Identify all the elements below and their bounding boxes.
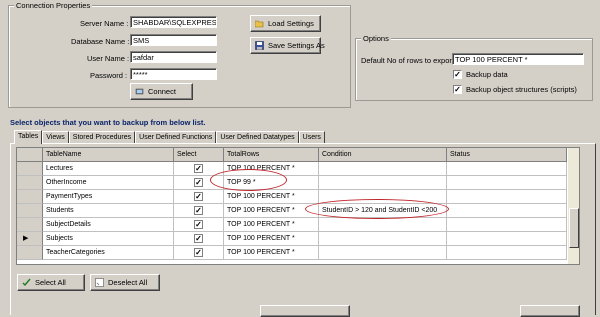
row-header[interactable] (17, 246, 43, 260)
row-header[interactable] (17, 204, 43, 218)
connect-plug-icon (135, 87, 144, 96)
database-name-label: Database Name : (71, 37, 130, 46)
cell-select[interactable]: ✓ (174, 204, 224, 218)
select-all-label: Select All (35, 278, 66, 287)
column-header-select[interactable]: Select (174, 148, 224, 162)
check-icon (22, 278, 31, 287)
table-row[interactable]: ▶ Subjects ✓ TOP 100 PERCENT * (17, 232, 579, 246)
default-rows-label: Default No of rows to export : (361, 56, 459, 65)
close-button-partial[interactable] (520, 305, 580, 317)
cell-tablename[interactable]: SubjectDetails (43, 218, 174, 232)
cell-select[interactable]: ✓ (174, 246, 224, 260)
select-all-button[interactable]: Select All (17, 274, 85, 291)
column-header-condition[interactable]: Condition (319, 148, 447, 162)
floppy-disk-icon (255, 41, 264, 50)
cell-status[interactable] (447, 246, 567, 260)
table-row[interactable]: PaymentTypes ✓ TOP 100 PERCENT * (17, 190, 579, 204)
cell-status[interactable] (447, 204, 567, 218)
cell-select[interactable]: ✓ (174, 190, 224, 204)
row-header[interactable] (17, 218, 43, 232)
table-row[interactable]: OtherIncome ✓ TOP 99 * (17, 176, 579, 190)
backup-data-checkbox[interactable]: ✓ (453, 70, 462, 79)
cell-tablename[interactable]: OtherIncome (43, 176, 174, 190)
vertical-scrollbar[interactable] (568, 148, 579, 264)
tab-tables[interactable]: Tables (14, 130, 43, 144)
cell-tablename[interactable]: TeacherCategories (43, 246, 174, 260)
cell-condition[interactable] (319, 232, 447, 246)
cell-status[interactable] (447, 176, 567, 190)
cell-status[interactable] (447, 190, 567, 204)
row-select-checkbox[interactable]: ✓ (194, 220, 203, 229)
load-settings-button[interactable]: Load Settings (250, 15, 321, 32)
annotation-ellipse-top-rows (210, 169, 287, 191)
cell-status[interactable] (447, 232, 567, 246)
options-title: Options (361, 34, 391, 43)
save-settings-as-label: Save Settings As (268, 41, 325, 50)
cell-status[interactable] (447, 218, 567, 232)
column-header-totalrows[interactable]: TotalRows (224, 148, 319, 162)
column-header-status[interactable]: Status (447, 148, 567, 162)
current-row-arrow-icon: ▶ (23, 235, 29, 242)
row-select-checkbox[interactable]: ✓ (194, 178, 203, 187)
grid-header-row: TableName Select TotalRows Condition Sta… (17, 148, 579, 162)
load-settings-label: Load Settings (268, 19, 314, 28)
database-name-field[interactable]: SMS (130, 34, 217, 46)
connect-button[interactable]: Connect (130, 83, 193, 100)
password-label: Password : (90, 71, 128, 80)
default-rows-field[interactable]: TOP 100 PERCENT * (452, 53, 584, 65)
column-header-tablename[interactable]: TableName (43, 148, 174, 162)
table-row[interactable]: Lectures ✓ TOP 100 PERCENT * (17, 162, 579, 176)
backup-data-label: Backup data (466, 70, 508, 79)
server-name-label: Server Name : (80, 19, 129, 28)
cell-condition[interactable] (319, 246, 447, 260)
cell-status[interactable] (447, 162, 567, 176)
row-select-checkbox[interactable]: ✓ (194, 192, 203, 201)
folder-open-icon (254, 19, 264, 28)
row-select-checkbox[interactable]: ✓ (194, 206, 203, 215)
row-header[interactable] (17, 176, 43, 190)
cell-select[interactable]: ✓ (174, 218, 224, 232)
cell-totalrows[interactable]: TOP 100 PERCENT * (224, 232, 319, 246)
connection-properties-title: Connection Properties (14, 1, 93, 10)
cell-condition[interactable] (319, 162, 447, 176)
backup-structures-label: Backup object structures (scripts) (466, 85, 577, 94)
scrollbar-thumb[interactable] (569, 208, 579, 248)
table-row[interactable]: SubjectDetails ✓ TOP 100 PERCENT * (17, 218, 579, 232)
row-header-corner (17, 148, 43, 162)
cell-condition[interactable] (319, 218, 447, 232)
deselect-all-button[interactable]: Deselect All (90, 274, 160, 291)
deselect-all-label: Deselect All (108, 278, 148, 287)
cell-totalrows[interactable]: TOP 100 PERCENT * (224, 204, 319, 218)
row-select-checkbox[interactable]: ✓ (194, 248, 203, 257)
user-name-field[interactable]: safdar (130, 51, 217, 63)
cell-tablename[interactable]: PaymentTypes (43, 190, 174, 204)
table-row[interactable]: TeacherCategories ✓ TOP 100 PERCENT * (17, 246, 579, 260)
connect-label: Connect (148, 87, 176, 96)
deselect-icon (95, 278, 104, 287)
cell-select[interactable]: ✓ (174, 232, 224, 246)
cell-tablename[interactable]: Students (43, 204, 174, 218)
save-settings-as-button[interactable]: Save Settings As (250, 37, 325, 54)
user-name-label: User Name : (87, 54, 130, 63)
cell-totalrows[interactable]: TOP 100 PERCENT * (224, 190, 319, 204)
row-select-checkbox[interactable]: ✓ (194, 164, 203, 173)
cell-totalrows[interactable]: TOP 100 PERCENT * (224, 218, 319, 232)
row-header[interactable]: ▶ (17, 232, 43, 246)
row-select-checkbox[interactable]: ✓ (194, 234, 203, 243)
row-header[interactable] (17, 190, 43, 204)
row-header[interactable] (17, 162, 43, 176)
backup-structures-checkbox[interactable]: ✓ (453, 85, 462, 94)
backup-button-partial[interactable] (260, 305, 350, 317)
password-field[interactable]: ***** (130, 68, 217, 80)
server-name-field[interactable]: SHABDAR\SQLEXPRESS (130, 16, 217, 28)
tables-grid[interactable]: TableName Select TotalRows Condition Sta… (16, 147, 580, 265)
annotation-ellipse-condition (305, 199, 449, 219)
table-row[interactable]: Students ✓ TOP 100 PERCENT * StudentID > 12… (17, 204, 579, 218)
instruction-text: Select objects that you want to backup f… (10, 118, 206, 127)
object-type-tabs: Tables Views Stored Procedures User Defi… (14, 130, 325, 144)
cell-totalrows[interactable]: TOP 100 PERCENT * (224, 246, 319, 260)
cell-tablename[interactable]: Lectures (43, 162, 174, 176)
cell-condition[interactable] (319, 176, 447, 190)
cell-tablename[interactable]: Subjects (43, 232, 174, 246)
